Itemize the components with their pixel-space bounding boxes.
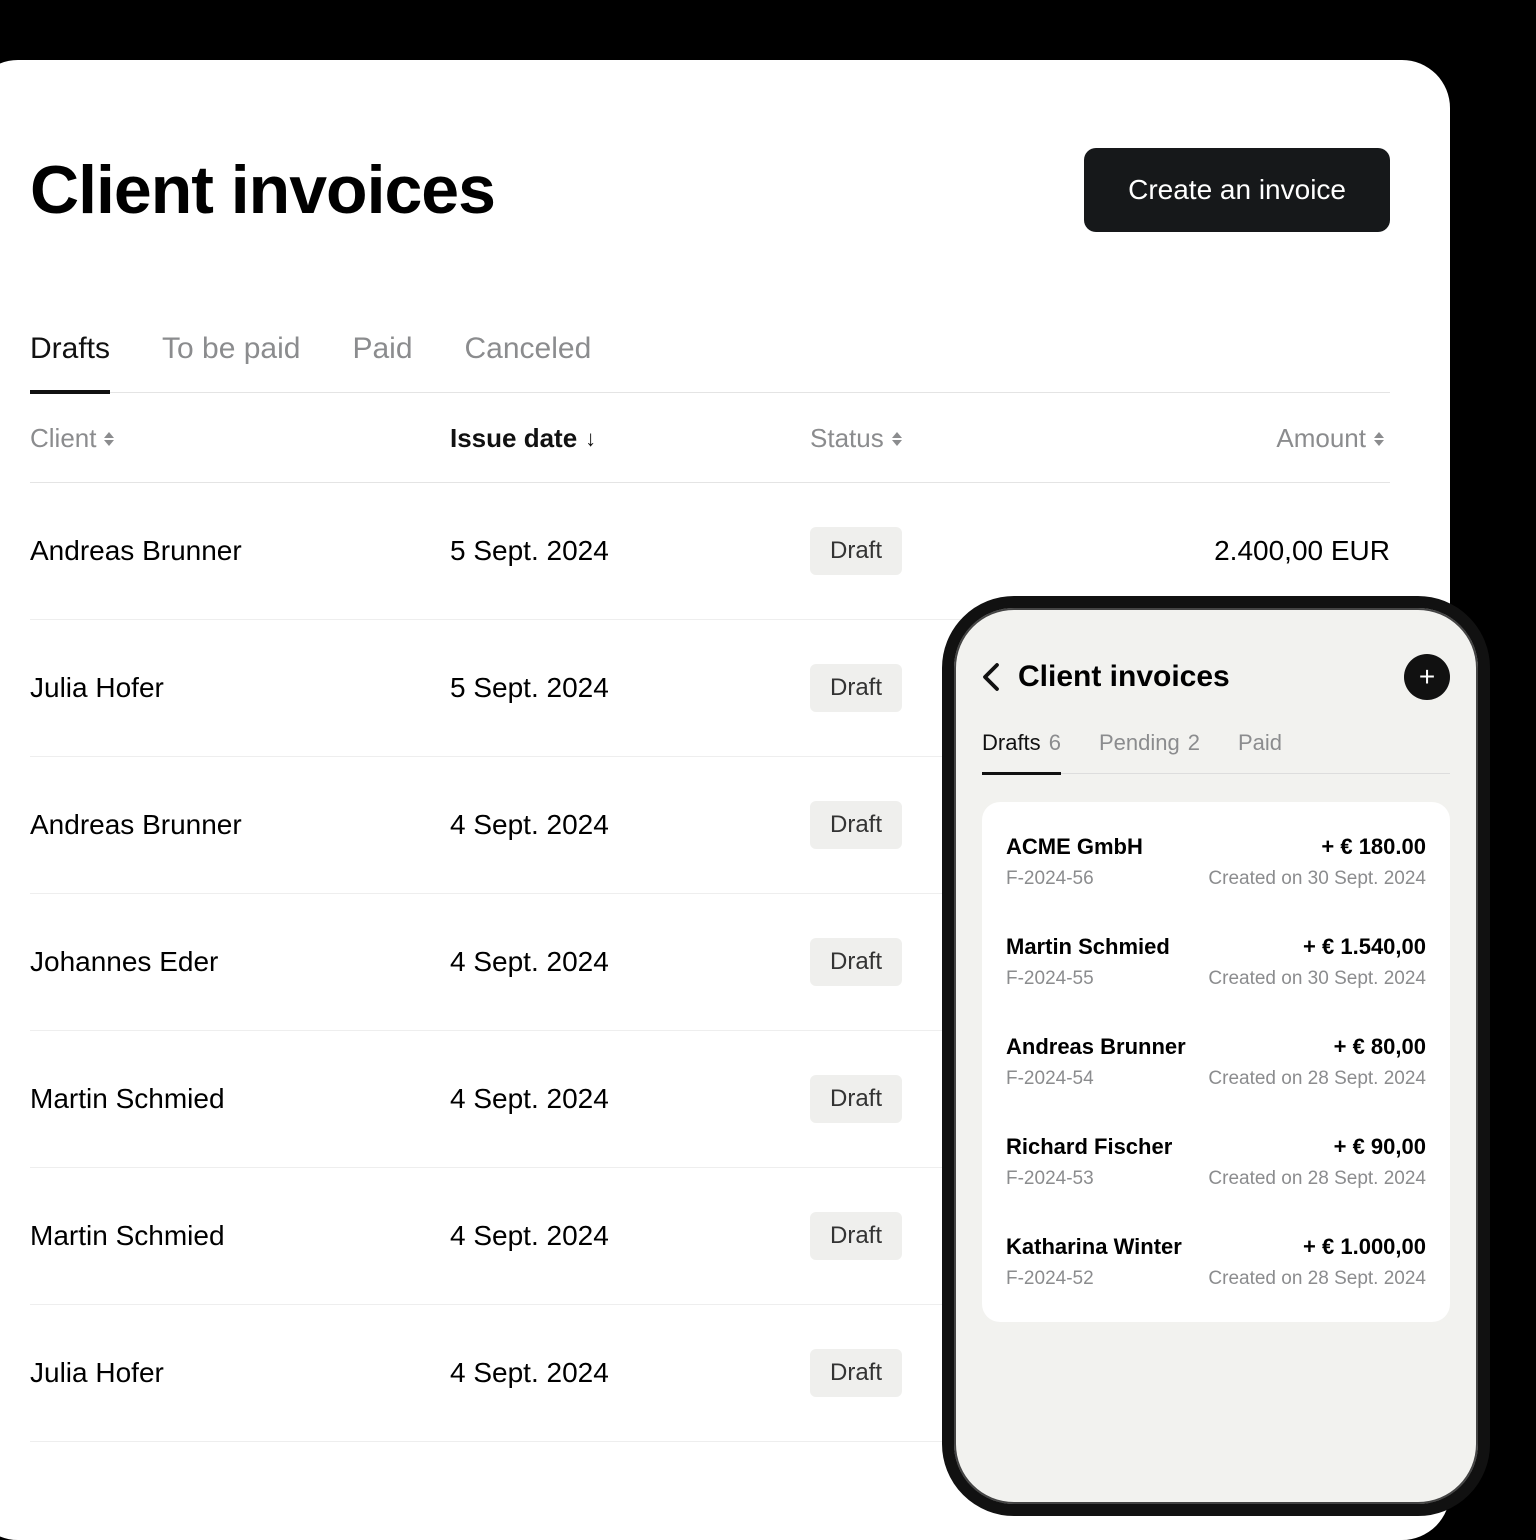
item-date: Created on 28 Sept. 2024	[1208, 1068, 1426, 1090]
cell-date: 4 Sept. 2024	[450, 1357, 810, 1389]
mobile-tab-paid[interactable]: Paid	[1238, 730, 1282, 775]
status-badge: Draft	[810, 801, 902, 849]
cell-status: Draft	[810, 527, 1100, 575]
create-invoice-button[interactable]: Create an invoice	[1084, 148, 1390, 232]
list-item[interactable]: Katharina Winter + € 1.000,00 F-2024-52 Cre…	[1006, 1212, 1426, 1312]
tab-canceled[interactable]: Canceled	[465, 332, 592, 394]
cell-date: 4 Sept. 2024	[450, 946, 810, 978]
item-ref: F-2024-54	[1006, 1068, 1094, 1090]
cell-client: Andreas Brunner	[30, 535, 450, 567]
cell-client: Johannes Eder	[30, 946, 450, 978]
status-badge: Draft	[810, 664, 902, 712]
mobile-tabs: Drafts 6 Pending 2 Paid	[982, 730, 1450, 774]
col-client[interactable]: Client	[30, 423, 450, 454]
col-status-label: Status	[810, 423, 884, 454]
mobile-title: Client invoices	[1018, 660, 1386, 694]
cell-date: 4 Sept. 2024	[450, 1220, 810, 1252]
sort-icon	[1374, 429, 1390, 449]
list-item[interactable]: ACME GmbH + € 180.00 F-2024-56 Created on 3…	[1006, 812, 1426, 912]
item-amount: + € 1.540,00	[1303, 934, 1426, 960]
desktop-tabs: Drafts To be paid Paid Canceled	[30, 332, 1390, 393]
cell-date: 4 Sept. 2024	[450, 1083, 810, 1115]
sort-down-icon: ↓	[585, 428, 596, 450]
list-item[interactable]: Martin Schmied + € 1.540,00 F-2024-55 Creat…	[1006, 912, 1426, 1012]
cell-client: Julia Hofer	[30, 672, 450, 704]
mobile-tab-count: 2	[1188, 730, 1200, 756]
item-amount: + € 80,00	[1334, 1034, 1426, 1060]
item-name: Katharina Winter	[1006, 1234, 1182, 1260]
tab-to-be-paid[interactable]: To be paid	[162, 332, 300, 394]
item-ref: F-2024-55	[1006, 968, 1094, 990]
mobile-tab-label: Drafts	[982, 730, 1041, 756]
cell-amount: 2.400,00 EUR	[1100, 535, 1390, 567]
mobile-window: Client invoices + Drafts 6 Pending 2 Pai…	[942, 596, 1490, 1516]
cell-date: 4 Sept. 2024	[450, 809, 810, 841]
cell-client: Martin Schmied	[30, 1220, 450, 1252]
mobile-tab-label: Pending	[1099, 730, 1180, 756]
col-status[interactable]: Status	[810, 423, 1100, 454]
table-header: Client Issue date ↓ Status Amount	[30, 393, 1390, 483]
cell-date: 5 Sept. 2024	[450, 672, 810, 704]
col-issue-date-label: Issue date	[450, 423, 577, 454]
add-invoice-button[interactable]: +	[1404, 654, 1450, 700]
mobile-tab-drafts[interactable]: Drafts 6	[982, 730, 1061, 775]
sort-icon	[892, 429, 908, 449]
status-badge: Draft	[810, 527, 902, 575]
cell-date: 5 Sept. 2024	[450, 535, 810, 567]
item-name: Andreas Brunner	[1006, 1034, 1186, 1060]
col-client-label: Client	[30, 423, 96, 454]
status-badge: Draft	[810, 1212, 902, 1260]
item-amount: + € 180.00	[1321, 834, 1426, 860]
item-ref: F-2024-56	[1006, 868, 1094, 890]
cell-client: Julia Hofer	[30, 1357, 450, 1389]
col-amount-label: Amount	[1276, 423, 1366, 454]
status-badge: Draft	[810, 1075, 902, 1123]
status-badge: Draft	[810, 938, 902, 986]
page-title: Client invoices	[30, 151, 495, 229]
back-icon[interactable]	[982, 662, 1000, 692]
item-date: Created on 30 Sept. 2024	[1208, 968, 1426, 990]
cell-client: Martin Schmied	[30, 1083, 450, 1115]
item-date: Created on 28 Sept. 2024	[1208, 1168, 1426, 1190]
item-date: Created on 30 Sept. 2024	[1208, 868, 1426, 890]
tab-drafts[interactable]: Drafts	[30, 332, 110, 394]
mobile-tab-pending[interactable]: Pending 2	[1099, 730, 1200, 775]
sort-icon	[104, 429, 120, 449]
tab-paid[interactable]: Paid	[352, 332, 412, 394]
item-ref: F-2024-53	[1006, 1168, 1094, 1190]
item-date: Created on 28 Sept. 2024	[1208, 1268, 1426, 1290]
item-ref: F-2024-52	[1006, 1268, 1094, 1290]
cell-client: Andreas Brunner	[30, 809, 450, 841]
item-amount: + € 90,00	[1334, 1134, 1426, 1160]
item-amount: + € 1.000,00	[1303, 1234, 1426, 1260]
status-badge: Draft	[810, 1349, 902, 1397]
col-amount[interactable]: Amount	[1100, 423, 1390, 454]
col-issue-date[interactable]: Issue date ↓	[450, 423, 810, 454]
list-item[interactable]: Richard Fischer + € 90,00 F-2024-53 Created…	[1006, 1112, 1426, 1212]
mobile-list: ACME GmbH + € 180.00 F-2024-56 Created on 3…	[982, 802, 1450, 1322]
item-name: Martin Schmied	[1006, 934, 1170, 960]
mobile-tab-count: 6	[1049, 730, 1061, 756]
mobile-tab-label: Paid	[1238, 730, 1282, 756]
list-item[interactable]: Andreas Brunner + € 80,00 F-2024-54 Created…	[1006, 1012, 1426, 1112]
plus-icon: +	[1419, 661, 1435, 693]
item-name: Richard Fischer	[1006, 1134, 1172, 1160]
item-name: ACME GmbH	[1006, 834, 1143, 860]
